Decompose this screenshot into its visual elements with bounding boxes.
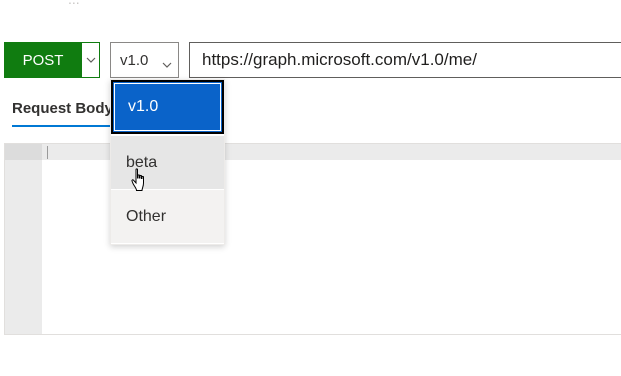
- editor-text-cursor: [47, 146, 48, 159]
- faded-header-text: ...: [68, 0, 80, 7]
- editor-active-line: [5, 144, 621, 160]
- version-dropdown[interactable]: v1.0: [110, 42, 179, 78]
- editor-gutter-active-line: [5, 144, 42, 160]
- graph-explorer-request-area: ... POST v1.0 Request Body aders v1.0 be…: [0, 0, 621, 376]
- version-option-other[interactable]: Other: [111, 190, 224, 243]
- active-tab-indicator: [12, 125, 112, 127]
- request-url-input[interactable]: [189, 42, 621, 78]
- chevron-down-icon[interactable]: [81, 43, 99, 77]
- request-body-editor[interactable]: [4, 143, 621, 335]
- hand-pointer-icon: [131, 168, 149, 197]
- http-method-dropdown[interactable]: POST: [4, 42, 100, 78]
- version-option-beta[interactable]: beta: [111, 136, 224, 189]
- version-option-v1[interactable]: v1.0: [111, 80, 224, 134]
- http-method-label[interactable]: POST: [5, 43, 81, 77]
- chevron-down-icon: [162, 55, 172, 73]
- tab-request-body[interactable]: Request Body: [12, 100, 113, 117]
- version-dropdown-menu: v1.0 beta Other: [110, 79, 225, 245]
- version-value: v1.0: [120, 51, 149, 69]
- editor-line-gutter: [5, 144, 42, 334]
